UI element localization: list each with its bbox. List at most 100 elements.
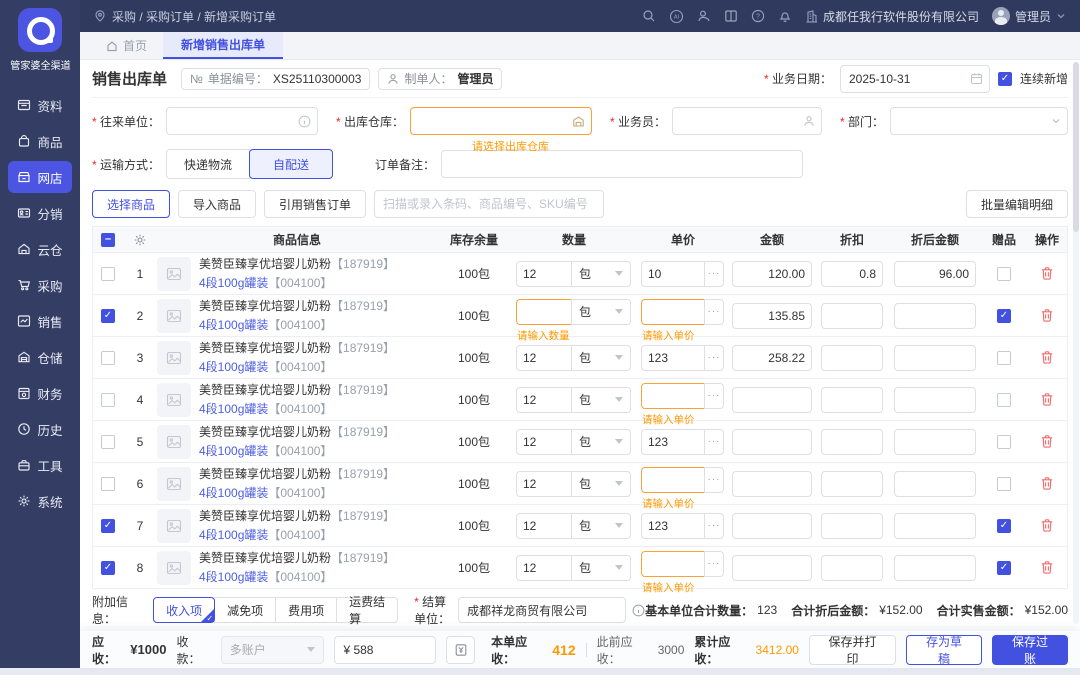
account-select[interactable]: 多账户 [220, 635, 325, 664]
sidebar-item-history-clock[interactable]: 历史 [8, 413, 72, 445]
amount-input[interactable] [732, 428, 812, 455]
contacts-icon[interactable] [697, 9, 711, 23]
user-menu[interactable]: 管理员 [991, 7, 1066, 25]
partner-input[interactable] [166, 107, 319, 135]
help-icon[interactable]: ? [751, 9, 765, 23]
unit-select[interactable]: 包 [571, 512, 631, 539]
unit-select[interactable]: 包 [571, 298, 631, 325]
delete-row-trash-icon[interactable] [1027, 253, 1067, 294]
sidebar-item-purchase-cart[interactable]: 采购 [8, 269, 72, 301]
product-spec-link[interactable]: 4段100g罐装 [199, 360, 268, 374]
tab-new-sales-outbound[interactable]: 新增销售出库单 [163, 32, 284, 59]
date-input[interactable] [839, 64, 990, 93]
unit-select[interactable]: 包 [571, 344, 631, 371]
docs-icon[interactable] [724, 9, 738, 23]
discounted-amount-input[interactable] [894, 554, 976, 581]
amount-input[interactable] [732, 260, 812, 287]
collect-amount-input[interactable] [334, 635, 437, 664]
gift-checkbox[interactable] [997, 392, 1011, 407]
price-more-button[interactable]: ··· [704, 382, 724, 409]
discount-input[interactable] [821, 260, 883, 287]
ref-sales-order-button[interactable]: 引用销售订单 [264, 190, 367, 218]
product-spec-link[interactable]: 4段100g罐装 [199, 276, 268, 290]
delete-row-trash-icon[interactable] [1027, 379, 1067, 420]
qty-input[interactable] [516, 344, 572, 371]
info-icon[interactable] [632, 604, 645, 617]
warehouse-icon[interactable] [572, 115, 585, 128]
sidebar-item-distribution[interactable]: 分销 [8, 197, 72, 229]
option-freight-settle[interactable]: 运费结算 [336, 595, 399, 626]
discount-input[interactable] [821, 344, 883, 371]
search-icon[interactable] [642, 9, 656, 23]
save-draft-button[interactable]: 存为草稿 [905, 634, 982, 666]
price-more-button[interactable]: ··· [704, 298, 724, 325]
settle-unit-input[interactable] [458, 597, 627, 623]
row-checkbox[interactable] [101, 476, 115, 491]
sidebar-item-sales-chart[interactable]: 销售 [8, 305, 72, 337]
delete-row-trash-icon[interactable] [1027, 295, 1067, 336]
option-fee-item[interactable]: 费用项 [275, 597, 338, 623]
discount-input[interactable] [821, 428, 883, 455]
remark-input[interactable] [441, 150, 804, 178]
row-checkbox[interactable] [101, 350, 115, 365]
amount-input[interactable] [732, 470, 812, 497]
price-input[interactable] [641, 260, 705, 287]
qty-input[interactable] [516, 386, 572, 413]
scrollbar[interactable] [1073, 62, 1079, 624]
warehouse-input[interactable] [410, 107, 593, 135]
sidebar-item-goods[interactable]: 商品 [8, 125, 72, 157]
transport-option-express[interactable]: 快递物流 [166, 149, 251, 179]
column-settings-gear-icon[interactable] [123, 227, 157, 252]
price-input[interactable] [641, 344, 705, 371]
discounted-amount-input[interactable] [894, 428, 976, 455]
sidebar-item-system-gear[interactable]: 系统 [8, 485, 72, 517]
select-all-checkbox[interactable] [101, 232, 115, 247]
product-spec-link[interactable]: 4段100g罐装 [199, 528, 268, 542]
app-logo-icon[interactable] [18, 8, 62, 52]
qty-input[interactable] [516, 428, 572, 455]
row-checkbox[interactable] [101, 266, 115, 281]
option-income-item[interactable]: 收入项 [153, 597, 216, 623]
calendar-icon[interactable] [970, 72, 983, 85]
price-input[interactable] [641, 428, 705, 455]
price-more-button[interactable]: ··· [704, 428, 724, 455]
amount-input[interactable] [732, 554, 812, 581]
ai-icon[interactable]: AI [669, 9, 684, 24]
qty-input[interactable] [516, 470, 572, 497]
receipt-icon[interactable] [446, 635, 476, 664]
product-spec-link[interactable]: 4段100g罐装 [199, 570, 268, 584]
amount-input[interactable] [732, 302, 812, 329]
gift-checkbox[interactable] [997, 476, 1011, 491]
price-more-button[interactable]: ··· [704, 466, 724, 493]
sidebar-item-archive[interactable]: 资料 [8, 89, 72, 121]
sidebar-item-finance[interactable]: 财务 [8, 377, 72, 409]
qty-input[interactable] [516, 298, 572, 325]
product-spec-link[interactable]: 4段100g罐装 [199, 402, 268, 416]
option-deduction-item[interactable]: 减免项 [214, 597, 277, 623]
scan-input[interactable] [374, 190, 605, 218]
discounted-amount-input[interactable] [894, 260, 976, 287]
qty-input[interactable] [516, 512, 572, 539]
price-input[interactable] [641, 550, 705, 577]
price-more-button[interactable]: ··· [704, 260, 724, 287]
price-input[interactable] [641, 382, 705, 409]
unit-select[interactable]: 包 [571, 554, 631, 581]
transport-option-self-delivery[interactable]: 自配送 [249, 149, 334, 179]
gift-checkbox[interactable] [997, 350, 1011, 365]
row-checkbox[interactable] [101, 560, 115, 575]
product-spec-link[interactable]: 4段100g罐装 [199, 444, 268, 458]
price-input[interactable] [641, 298, 705, 325]
gift-checkbox[interactable] [997, 266, 1011, 281]
row-checkbox[interactable] [101, 308, 115, 323]
gift-checkbox[interactable] [997, 560, 1011, 575]
qty-input[interactable] [516, 260, 572, 287]
delete-row-trash-icon[interactable] [1027, 463, 1067, 504]
amount-input[interactable] [732, 344, 812, 371]
price-more-button[interactable]: ··· [704, 512, 724, 539]
qty-input[interactable] [516, 554, 572, 581]
person-icon[interactable] [803, 115, 815, 127]
amount-input[interactable] [732, 512, 812, 539]
unit-select[interactable]: 包 [571, 470, 631, 497]
company-switcher[interactable]: 成都任我行软件股份有限公司 [805, 8, 979, 25]
tab-home[interactable]: 首页 [90, 32, 163, 59]
